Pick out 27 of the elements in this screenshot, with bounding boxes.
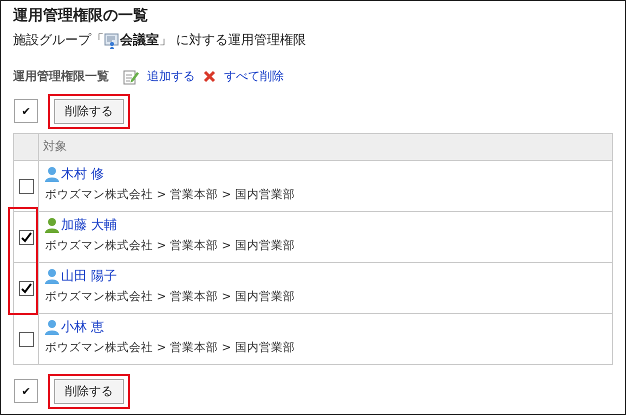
facility-icon bbox=[104, 33, 120, 49]
select-all-button[interactable]: ✔ bbox=[14, 379, 38, 403]
user-link[interactable]: 小林 恵 bbox=[61, 318, 104, 336]
select-all-button[interactable]: ✔ bbox=[14, 99, 38, 123]
subtitle-text: 施設グループ「 bbox=[13, 32, 104, 50]
group-name: 会議室 bbox=[120, 32, 159, 50]
column-header: 対象 bbox=[38, 134, 612, 160]
row-checkbox[interactable] bbox=[18, 178, 34, 194]
delete-all-link[interactable]: すべて削除 bbox=[224, 68, 284, 85]
user-link[interactable]: 木村 修 bbox=[61, 165, 104, 183]
subtitle-text: 」 に対する運用管理権限 bbox=[159, 32, 306, 50]
note-pencil-icon bbox=[123, 68, 139, 84]
row-checkbox[interactable] bbox=[18, 332, 34, 346]
delete-button[interactable]: 削除する bbox=[54, 378, 124, 404]
user-link[interactable]: 山田 陽子 bbox=[61, 267, 118, 285]
user-link[interactable]: 加藤 大輔 bbox=[61, 216, 118, 234]
org-path: ボウズマン株式会社 > 営業本部 > 国内営業部 bbox=[45, 289, 296, 304]
section-label: 運用管理権限一覧 bbox=[13, 68, 109, 85]
add-link[interactable]: 追加する bbox=[147, 68, 195, 85]
row-checkbox[interactable] bbox=[18, 280, 34, 296]
close-icon bbox=[203, 70, 216, 83]
org-path: ボウズマン株式会社 > 営業本部 > 国内営業部 bbox=[45, 340, 296, 355]
org-path: ボウズマン株式会社 > 営業本部 > 国内営業部 bbox=[45, 238, 296, 253]
row-checkbox[interactable] bbox=[18, 230, 34, 244]
org-path: ボウズマン株式会社 > 営業本部 > 国内営業部 bbox=[45, 187, 296, 202]
delete-button[interactable]: 削除する bbox=[54, 98, 124, 124]
page-title: 運用管理権限の一覧 bbox=[13, 5, 149, 25]
